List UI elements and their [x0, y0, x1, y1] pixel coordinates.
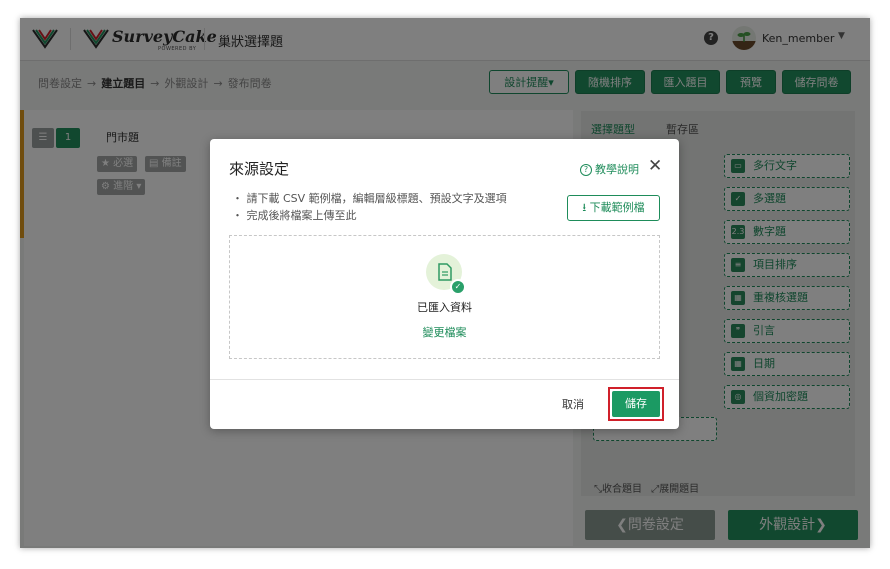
- info-line: ・ 完成後將檔案上傳至此: [232, 209, 357, 222]
- check-icon: ✓: [450, 279, 466, 295]
- import-status: 已匯入資料: [417, 301, 472, 314]
- cancel-button[interactable]: 取消: [562, 396, 584, 412]
- download-sample-button[interactable]: ⭳ 下載範例檔: [567, 195, 660, 221]
- app-window: SurveyCake POWERED BY 巢狀選擇題 ? Ken_member…: [20, 18, 870, 548]
- download-label: 下載範例檔: [589, 201, 645, 214]
- close-icon[interactable]: ✕: [648, 156, 662, 176]
- tutorial-link[interactable]: ? 教學說明: [580, 161, 639, 177]
- divider: [210, 379, 679, 380]
- save-button[interactable]: 儲存: [612, 391, 660, 417]
- source-settings-dialog: 來源設定 ? 教學說明 ✕ ・ 請下載 CSV 範例檔，編輯層級標題、預設文字及選…: [210, 139, 679, 429]
- info-line: ・ 請下載 CSV 範例檔，編輯層級標題、預設文字及選項: [232, 192, 507, 205]
- change-file-link[interactable]: 變更檔案: [210, 324, 679, 340]
- dialog-title: 來源設定: [229, 160, 290, 178]
- download-icon: ⭳: [582, 201, 587, 214]
- tutorial-label: 教學說明: [595, 163, 639, 176]
- question-circle-icon: ?: [580, 164, 592, 176]
- save-button-highlight: 儲存: [608, 387, 664, 421]
